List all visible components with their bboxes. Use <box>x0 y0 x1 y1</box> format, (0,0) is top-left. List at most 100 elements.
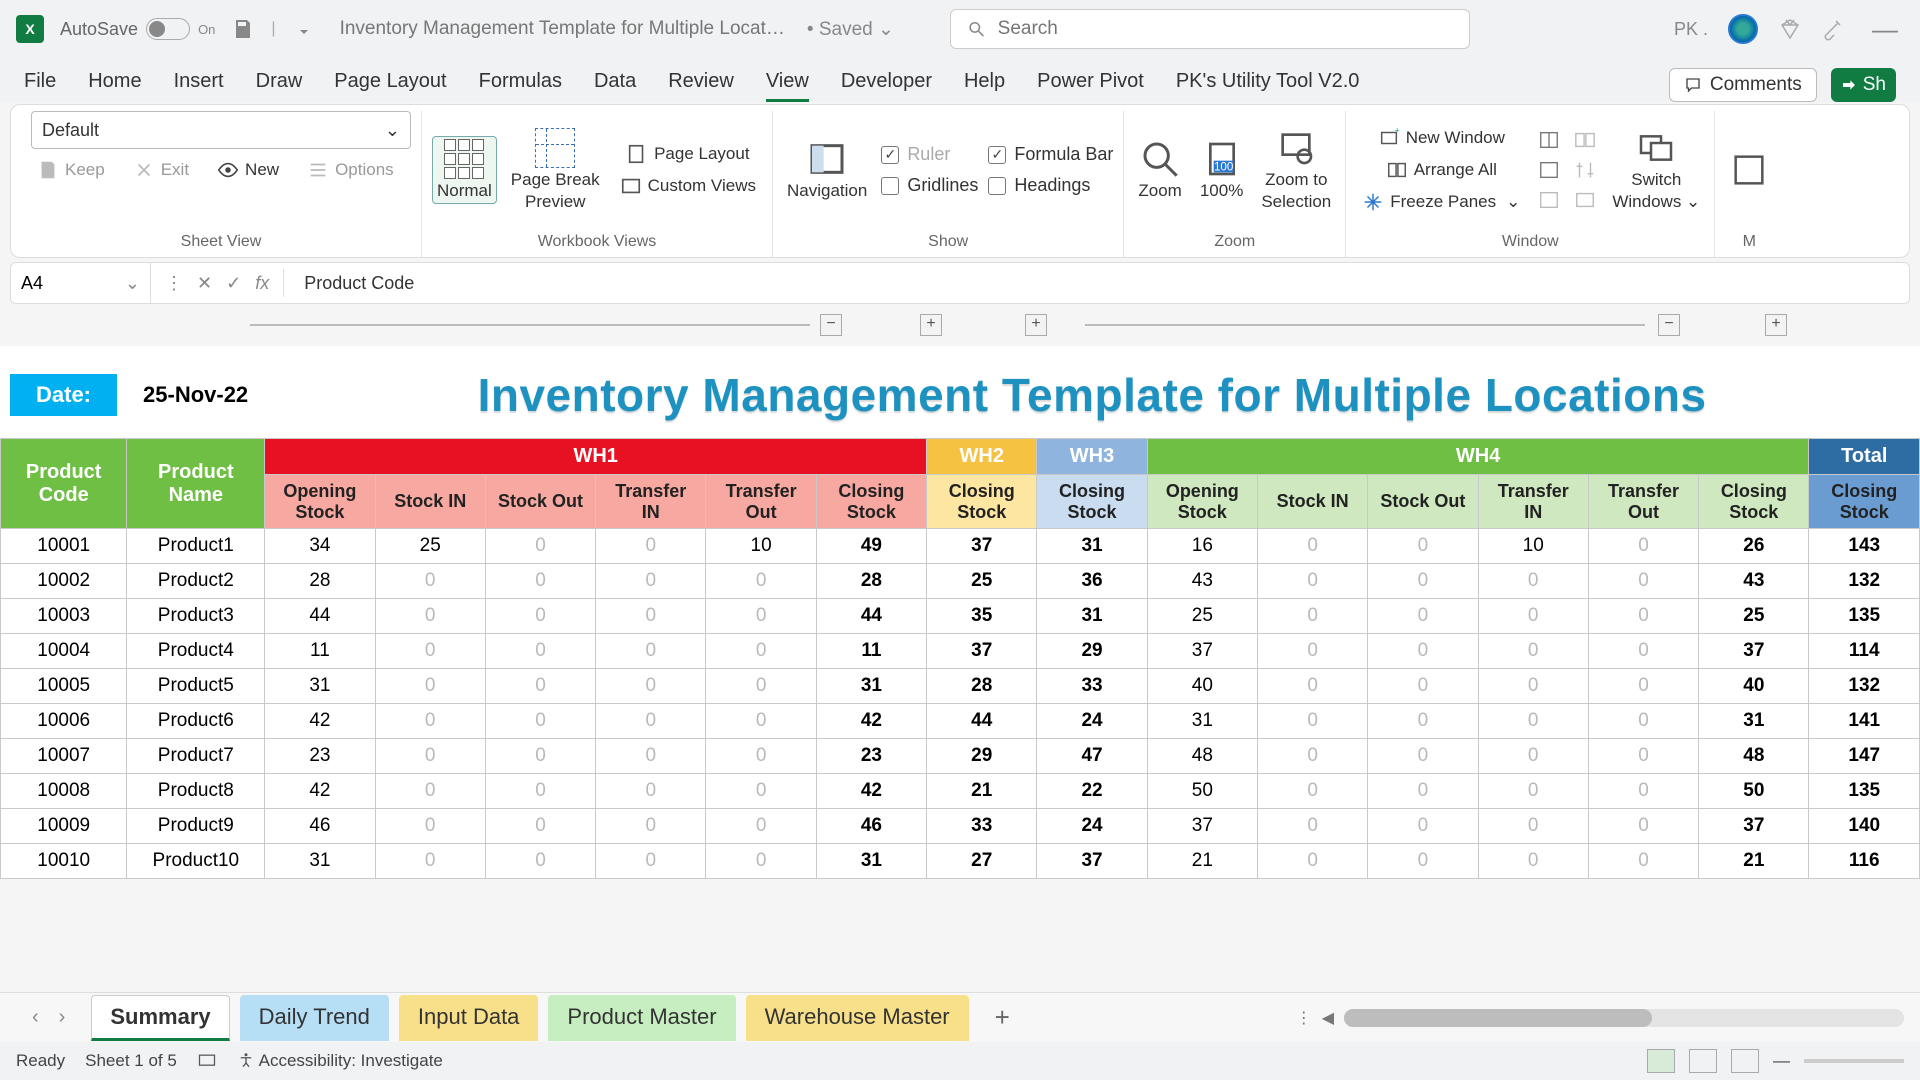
ribbon-tab-developer[interactable]: Developer <box>841 64 932 102</box>
cell[interactable]: 0 <box>596 704 706 739</box>
cell[interactable]: 34 <box>265 529 375 564</box>
cell[interactable]: 37 <box>1147 809 1257 844</box>
cell[interactable]: 0 <box>1368 634 1478 669</box>
cell[interactable]: 29 <box>1037 634 1147 669</box>
cell[interactable]: 135 <box>1809 774 1920 809</box>
sub-col[interactable]: Closing Stock <box>1699 475 1809 529</box>
cell[interactable]: 0 <box>706 774 816 809</box>
cell[interactable]: 11 <box>816 634 926 669</box>
ribbon-tab-home[interactable]: Home <box>88 64 141 102</box>
cell[interactable]: 0 <box>1257 599 1367 634</box>
ribbon-tab-insert[interactable]: Insert <box>174 64 224 102</box>
cell[interactable]: 0 <box>1368 529 1478 564</box>
outline-expand-button[interactable]: + <box>920 314 942 336</box>
gridlines-checkbox[interactable]: Gridlines <box>881 175 978 196</box>
cell[interactable]: 33 <box>927 809 1037 844</box>
table-body[interactable]: 10001Product1342500104937311600100261431… <box>1 529 1920 879</box>
cell[interactable]: 0 <box>1257 774 1367 809</box>
table-row[interactable]: 10006Product642000042442431000031141 <box>1 704 1920 739</box>
search-box[interactable] <box>950 9 1470 49</box>
cell[interactable]: 0 <box>596 599 706 634</box>
cell[interactable]: 43 <box>1699 564 1809 599</box>
worksheet[interactable]: Date: 25-Nov-22 Inventory Management Tem… <box>0 346 1920 879</box>
cell[interactable]: 37 <box>1699 809 1809 844</box>
cell[interactable]: 140 <box>1809 809 1920 844</box>
sub-col[interactable]: Opening Stock <box>1147 475 1257 529</box>
switch-windows-button[interactable]: SwitchWindows ⌄ <box>1608 126 1704 214</box>
sub-col[interactable]: Closing Stock <box>816 475 926 529</box>
cell[interactable]: 21 <box>927 774 1037 809</box>
cell[interactable]: 0 <box>1478 634 1588 669</box>
cell[interactable]: 21 <box>1147 844 1257 879</box>
cell[interactable]: 0 <box>1588 809 1698 844</box>
cell[interactable]: 44 <box>816 599 926 634</box>
cell[interactable]: Product9 <box>127 809 265 844</box>
cell[interactable]: 50 <box>1147 774 1257 809</box>
ruler-checkbox[interactable]: Ruler <box>881 144 978 165</box>
tab-prev-icon[interactable]: ‹ <box>32 1006 39 1029</box>
col-wh3[interactable]: WH3 <box>1037 439 1147 475</box>
cell[interactable]: 135 <box>1809 599 1920 634</box>
cell[interactable]: 0 <box>485 564 595 599</box>
cell[interactable]: 10 <box>706 529 816 564</box>
outline-collapse-button[interactable]: − <box>820 314 842 336</box>
reset-window-icon[interactable] <box>1572 189 1598 211</box>
cell[interactable]: 0 <box>1478 704 1588 739</box>
cell[interactable]: 31 <box>265 844 375 879</box>
cell[interactable]: 0 <box>596 739 706 774</box>
ribbon-tab-review[interactable]: Review <box>668 64 734 102</box>
cell[interactable]: 0 <box>1257 529 1367 564</box>
cell[interactable]: 0 <box>1478 564 1588 599</box>
cell[interactable]: 0 <box>485 739 595 774</box>
ribbon-tab-view[interactable]: View <box>766 64 809 102</box>
cell[interactable]: 50 <box>1699 774 1809 809</box>
col-total[interactable]: Total <box>1809 439 1920 475</box>
cell[interactable]: 37 <box>927 529 1037 564</box>
cell[interactable]: 42 <box>816 774 926 809</box>
ribbon-tab-power-pivot[interactable]: Power Pivot <box>1037 64 1144 102</box>
qat-dropdown-icon[interactable] <box>292 17 316 41</box>
table-row[interactable]: 10009Product946000046332437000037140 <box>1 809 1920 844</box>
custom-views-button[interactable]: Custom Views <box>614 173 762 199</box>
options-button[interactable]: Options <box>301 157 400 183</box>
cell[interactable]: 10001 <box>1 529 127 564</box>
cell[interactable]: Product8 <box>127 774 265 809</box>
cell[interactable]: 0 <box>1588 564 1698 599</box>
col-wh4[interactable]: WH4 <box>1147 439 1809 475</box>
cell[interactable]: Product5 <box>127 669 265 704</box>
cell[interactable]: 0 <box>375 634 485 669</box>
cell[interactable]: 0 <box>1588 774 1698 809</box>
cell[interactable]: 0 <box>1478 774 1588 809</box>
cell[interactable]: 25 <box>927 564 1037 599</box>
cell[interactable]: 132 <box>1809 669 1920 704</box>
cell[interactable]: 42 <box>265 774 375 809</box>
cell[interactable]: Product6 <box>127 704 265 739</box>
cell[interactable]: 0 <box>375 774 485 809</box>
cell[interactable]: 147 <box>1809 739 1920 774</box>
cell[interactable]: Product10 <box>127 844 265 879</box>
cell[interactable]: 0 <box>1588 669 1698 704</box>
cell[interactable]: 0 <box>706 599 816 634</box>
table-row[interactable]: 10004Product411000011372937000037114 <box>1 634 1920 669</box>
cell[interactable]: 25 <box>1147 599 1257 634</box>
sub-col[interactable]: Stock Out <box>1368 475 1478 529</box>
cell[interactable]: 0 <box>1368 844 1478 879</box>
scroll-left-icon[interactable]: ◀ <box>1322 1008 1334 1028</box>
date-value[interactable]: 25-Nov-22 <box>117 374 274 416</box>
cell[interactable]: 24 <box>1037 704 1147 739</box>
cell[interactable]: 25 <box>1699 599 1809 634</box>
sheet-tab-summary[interactable]: Summary <box>91 995 229 1041</box>
zoom-button[interactable]: Zoom <box>1134 137 1185 203</box>
cell[interactable]: 31 <box>265 669 375 704</box>
col-product-name[interactable]: Product Name <box>127 439 265 529</box>
tab-options-icon[interactable]: ⋮ <box>1296 1008 1312 1028</box>
sub-col[interactable]: Stock IN <box>375 475 485 529</box>
ribbon-tab-data[interactable]: Data <box>594 64 636 102</box>
col-product-code[interactable]: Product Code <box>1 439 127 529</box>
cell[interactable]: 0 <box>1588 529 1698 564</box>
cell[interactable]: 0 <box>1588 599 1698 634</box>
cell[interactable]: 11 <box>265 634 375 669</box>
cell[interactable]: 25 <box>375 529 485 564</box>
name-box[interactable]: A4⌄ <box>11 263 151 303</box>
sub-col[interactable]: Transfer IN <box>1478 475 1588 529</box>
